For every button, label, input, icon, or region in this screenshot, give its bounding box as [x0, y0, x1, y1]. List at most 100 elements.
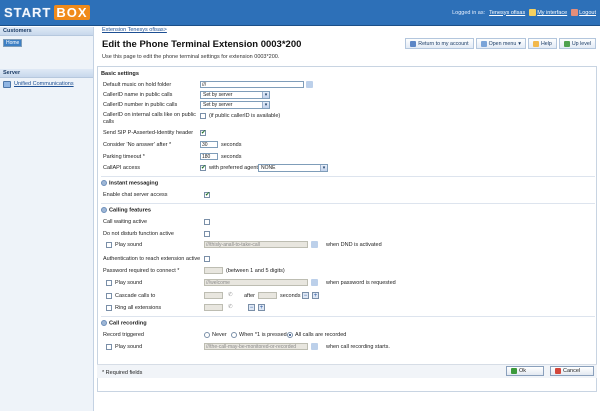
call-waiting-label: Call waiting active [103, 219, 148, 225]
cascade-after-label: after [244, 293, 256, 299]
sidebar-item-label: Unified Communications [14, 81, 74, 87]
auth-label: Authentication to reach extension active [103, 256, 201, 262]
divider [101, 203, 595, 204]
sidebar-item-home[interactable]: Home [3, 38, 90, 47]
sidebar: Customers Home Server Unified Communicat… [0, 27, 94, 411]
moh-folder-input[interactable]: /// [200, 81, 304, 88]
server-icon [3, 81, 11, 88]
return-icon [410, 40, 417, 47]
up-level-button[interactable]: Up level [558, 38, 596, 49]
folder-browse-icon[interactable] [311, 279, 318, 286]
cascade-checkbox[interactable] [106, 293, 112, 299]
ring-all-checkbox[interactable] [106, 305, 112, 311]
server-header: Server [0, 69, 93, 78]
basic-settings-header: Basic settings [101, 71, 139, 77]
noanswer-unit: seconds [221, 142, 242, 148]
open-menu-label: Open menu [488, 40, 517, 47]
folder-browse-icon[interactable] [306, 81, 313, 88]
call-waiting-checkbox[interactable] [204, 219, 210, 225]
cid-name-value: Set by server [203, 92, 233, 98]
add-cascade-button[interactable]: + [312, 292, 319, 299]
password-input[interactable] [204, 267, 223, 274]
open-menu-button[interactable]: Open menu ▾ [475, 38, 526, 49]
divider [101, 176, 595, 177]
required-fields-note: * Required fields [102, 370, 143, 376]
record-all-radio[interactable] [287, 332, 293, 338]
parking-input[interactable]: 180 [200, 153, 218, 160]
cid-number-label: CallerID number in public calls [103, 102, 178, 108]
chevron-down-icon: ▾ [320, 165, 327, 171]
logout-icon [571, 9, 579, 16]
chevron-down-icon: ▾ [262, 92, 269, 98]
pw-play-label: Play sound [115, 280, 143, 286]
help-label: Help [540, 40, 552, 47]
ring-all-input[interactable] [204, 304, 223, 311]
add-ring-button[interactable]: + [258, 304, 265, 311]
collapse-icon[interactable] [101, 207, 107, 213]
ok-button[interactable]: Ok [506, 366, 544, 376]
phone-icon: ✆ [228, 292, 233, 298]
remove-ring-button[interactable]: − [248, 304, 255, 311]
my-interface-link[interactable]: My interface [529, 9, 567, 16]
sidebar-item-label: Home [3, 38, 23, 47]
check-icon [511, 368, 517, 374]
recording-title: Call recording [109, 320, 147, 327]
cid-name-select[interactable]: Set by server ▾ [200, 91, 270, 99]
cancel-label: Cancel [563, 368, 581, 374]
pw-sound-input[interactable]: ///welcome [204, 279, 308, 286]
ring-all-label: Ring all extensions [115, 305, 162, 311]
password-label: Password required to connect * [103, 268, 180, 274]
cascade-unit: seconds [280, 293, 301, 299]
menu-icon [480, 40, 487, 47]
recording-header: Call recording [101, 320, 147, 326]
help-icon [532, 40, 539, 47]
preferred-agent-select[interactable]: NONE ▾ [258, 164, 328, 172]
basic-settings-title: Basic settings [101, 71, 139, 77]
record-never-radio[interactable] [204, 332, 210, 338]
folder-browse-icon[interactable] [311, 241, 318, 248]
chat-checkbox[interactable] [204, 191, 210, 199]
sidebar-item-unified[interactable]: Unified Communications [3, 80, 90, 89]
record-sound-input[interactable]: ///the-call-may-be-monitored-or-recorded [204, 343, 308, 350]
breadcrumb[interactable]: Extension Tenesys ofisas> [102, 27, 167, 33]
moh-label: Default music on hold folder [103, 82, 172, 88]
logo-text-box: BOX [54, 4, 90, 20]
auth-checkbox[interactable] [204, 256, 210, 262]
noanswer-input[interactable]: 30 [200, 141, 218, 148]
dnd-play-sound-checkbox[interactable] [106, 242, 112, 248]
cascade-label: Cascade calls to [115, 293, 156, 299]
startbox-logo: START BOX [4, 3, 90, 21]
cascade-target-input[interactable] [204, 292, 223, 299]
logout-link[interactable]: Logout [571, 9, 596, 16]
dnd-sound-input[interactable]: ///thisly-anall-to-take-call [204, 241, 308, 248]
dnd-note: when DND is activated [326, 242, 382, 248]
record-note: when call recording starts. [326, 344, 390, 350]
record-on-keypress-radio[interactable] [231, 332, 237, 338]
pw-play-sound-checkbox[interactable] [106, 280, 112, 286]
sip-checkbox[interactable] [200, 129, 206, 137]
remove-cascade-button[interactable]: − [302, 292, 309, 299]
user-link[interactable]: Tenesys ofisas [489, 10, 525, 16]
folder-browse-icon[interactable] [311, 343, 318, 350]
collapse-icon[interactable] [101, 180, 107, 186]
dnd-play-label: Play sound [115, 242, 143, 248]
collapse-icon[interactable] [101, 320, 107, 326]
record-play-sound-checkbox[interactable] [106, 344, 112, 350]
close-icon [555, 368, 561, 374]
phone-icon: ✆ [228, 304, 233, 310]
return-to-account-button[interactable]: Return to my account [405, 38, 474, 49]
password-note: (between 1 and 5 digits) [226, 268, 285, 274]
dnd-label: Do not disturb function active [103, 231, 174, 237]
cascade-seconds-input[interactable] [258, 292, 277, 299]
callapi-note: with preferred agent [209, 165, 258, 171]
callapi-checkbox[interactable] [200, 164, 206, 172]
cid-internal-checkbox[interactable] [200, 113, 206, 119]
help-button[interactable]: Help [527, 38, 557, 49]
pw-note: when password is requested [326, 280, 396, 286]
dnd-checkbox[interactable] [204, 231, 210, 237]
record-triggered-label: Record triggered [103, 332, 144, 338]
cancel-button[interactable]: Cancel [550, 366, 594, 376]
cid-number-select[interactable]: Set by server ▾ [200, 101, 270, 109]
up-arrow-icon [563, 40, 570, 47]
record-all-label: All calls are recorded [295, 332, 347, 338]
